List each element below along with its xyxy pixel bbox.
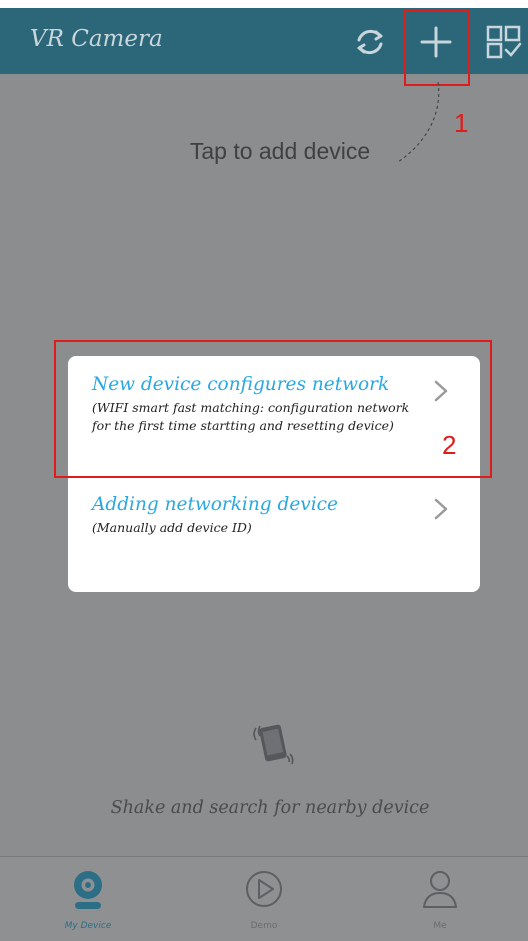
- shake-search-text: Shake and search for nearby device: [110, 798, 430, 818]
- step2-highlight-box: [54, 340, 492, 478]
- chevron-right-icon: [434, 498, 448, 520]
- person-icon: [423, 871, 457, 908]
- shake-phone-icon: [246, 714, 306, 774]
- camera-icon: [74, 871, 102, 909]
- step1-label: 1: [454, 108, 469, 138]
- tab-me[interactable]: Me: [352, 857, 528, 941]
- app-title: VR Camera: [30, 26, 163, 52]
- option-title: Adding networking device: [92, 494, 338, 515]
- option-add-networking-device[interactable]: Adding networking device (Manually add d…: [92, 494, 462, 537]
- bottom-tab-bar: My Device Demo Me: [0, 856, 528, 941]
- status-bar: [0, 0, 528, 8]
- tab-label: Demo: [250, 921, 278, 931]
- play-icon: [246, 871, 282, 907]
- scan-qr-button[interactable]: [484, 22, 524, 62]
- tap-to-add-hint: Tap to add device: [189, 138, 371, 164]
- step2-label: 2: [442, 430, 457, 460]
- step1-highlight-box: [404, 10, 470, 86]
- tab-demo[interactable]: Demo: [176, 857, 352, 941]
- tab-label: My Device: [64, 921, 112, 931]
- tab-my-device[interactable]: My Device: [0, 857, 176, 941]
- refresh-icon: [357, 29, 383, 55]
- option-subtitle: (Manually add device ID): [92, 520, 252, 535]
- refresh-button[interactable]: [350, 22, 390, 62]
- tab-label: Me: [433, 921, 447, 931]
- grid-check-icon: [486, 25, 522, 59]
